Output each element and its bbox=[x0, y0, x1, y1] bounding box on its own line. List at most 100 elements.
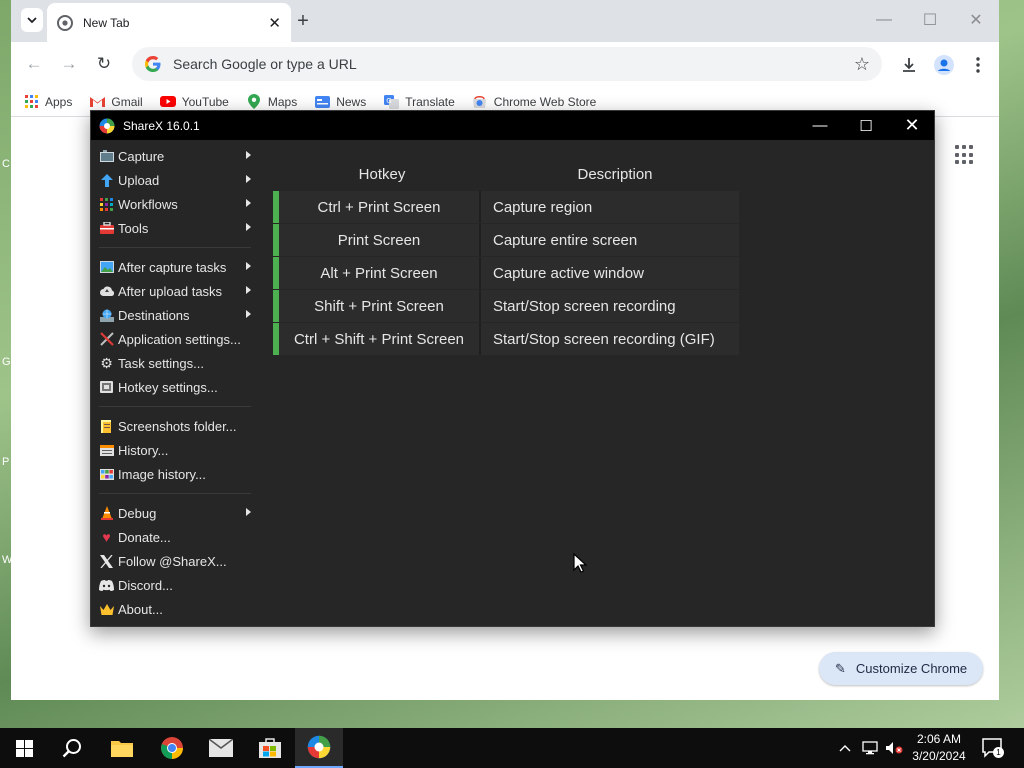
tab-close-icon[interactable]: ✕ bbox=[268, 14, 281, 32]
menu-donate[interactable]: ♥ Donate... bbox=[91, 525, 257, 549]
sharex-main-menu: Capture Upload Workflows Tools After cap… bbox=[91, 144, 257, 621]
app-settings-icon bbox=[99, 332, 114, 347]
apps-grid-icon bbox=[23, 95, 39, 109]
menu-application-settings[interactable]: Application settings... bbox=[91, 327, 257, 351]
crown-icon bbox=[99, 602, 114, 617]
omnibox[interactable]: Search Google or type a URL ☆ bbox=[132, 47, 882, 81]
sharex-window: ShareX 16.0.1 — ☐ ✕ Capture Upload Workf… bbox=[90, 110, 935, 627]
tab-search-button[interactable] bbox=[21, 8, 43, 32]
taskbar-file-explorer[interactable] bbox=[98, 728, 146, 768]
customize-chrome-button[interactable]: ✎ Customize Chrome bbox=[819, 652, 983, 685]
destinations-icon bbox=[99, 308, 114, 323]
menu-discord[interactable]: Discord... bbox=[91, 573, 257, 597]
clock-time: 2:06 AM bbox=[916, 732, 962, 746]
mail-icon bbox=[209, 739, 233, 757]
bookmark-web-store[interactable]: Chrome Web Store bbox=[472, 95, 596, 109]
menu-debug[interactable]: Debug bbox=[91, 501, 257, 525]
sharex-maximize-button[interactable]: ☐ bbox=[843, 111, 889, 140]
menu-after-upload-tasks[interactable]: After upload tasks bbox=[91, 279, 257, 303]
menu-history[interactable]: History... bbox=[91, 438, 257, 462]
menu-hotkey-settings[interactable]: Hotkey settings... bbox=[91, 375, 257, 399]
menu-screenshots-folder[interactable]: Screenshots folder... bbox=[91, 414, 257, 438]
menu-destinations[interactable]: Destinations bbox=[91, 303, 257, 327]
image-history-icon bbox=[99, 467, 114, 482]
maximize-button[interactable]: ☐ bbox=[907, 8, 953, 32]
bookmark-label: Maps bbox=[267, 94, 298, 109]
volume-muted-icon[interactable] bbox=[885, 740, 903, 756]
table-row[interactable]: Alt + Print Screen Capture active window bbox=[273, 257, 739, 290]
system-clock[interactable]: 2:06 AM 3/20/2024 bbox=[904, 731, 974, 765]
clock-date: 3/20/2024 bbox=[912, 749, 966, 763]
menu-task-settings[interactable]: ⚙ Task settings... bbox=[91, 351, 257, 375]
taskbar: 2:06 AM 3/20/2024 1 bbox=[0, 728, 1024, 768]
search-icon bbox=[62, 739, 81, 758]
google-g-icon bbox=[145, 56, 161, 72]
taskbar-search-button[interactable] bbox=[48, 728, 96, 768]
tools-icon bbox=[99, 221, 114, 236]
menu-follow-sharex[interactable]: Follow @ShareX... bbox=[91, 549, 257, 573]
downloads-button[interactable] bbox=[896, 52, 922, 78]
tab-strip: New Tab ✕ + — ☐ ✕ bbox=[11, 0, 999, 42]
minimize-button[interactable]: — bbox=[861, 8, 907, 32]
menu-workflows[interactable]: Workflows bbox=[91, 192, 257, 216]
bookmark-translate[interactable]: G Translate bbox=[383, 94, 455, 109]
menu-upload[interactable]: Upload bbox=[91, 168, 257, 192]
tab-title: New Tab bbox=[83, 15, 130, 30]
bookmark-maps[interactable]: Maps bbox=[246, 94, 298, 109]
news-icon bbox=[314, 95, 330, 109]
sharex-title: ShareX 16.0.1 bbox=[123, 118, 200, 133]
taskbar-mail[interactable] bbox=[197, 728, 245, 768]
new-tab-button[interactable]: + bbox=[291, 9, 315, 33]
bookmark-news[interactable]: News bbox=[314, 95, 366, 109]
taskbar-sharex[interactable] bbox=[295, 728, 343, 768]
hotkey-cell: Shift + Print Screen bbox=[279, 290, 481, 322]
chrome-favicon-icon bbox=[57, 14, 73, 31]
menu-label: Task settings... bbox=[118, 355, 204, 371]
menu-label: Application settings... bbox=[118, 331, 241, 347]
folder-icon bbox=[111, 741, 133, 757]
youtube-icon bbox=[159, 95, 176, 109]
menu-image-history[interactable]: Image history... bbox=[91, 462, 257, 486]
bookmark-label: Apps bbox=[45, 94, 73, 109]
chrome-menu-button[interactable] bbox=[965, 52, 991, 78]
google-apps-icon[interactable] bbox=[955, 145, 975, 165]
menu-tools[interactable]: Tools bbox=[91, 216, 257, 240]
menu-capture[interactable]: Capture bbox=[91, 144, 257, 168]
menu-label: After capture tasks bbox=[118, 259, 227, 275]
sharex-titlebar: ShareX 16.0.1 — ☐ ✕ bbox=[91, 111, 934, 140]
bookmark-star-icon[interactable]: ☆ bbox=[854, 54, 870, 75]
back-button[interactable]: ← bbox=[21, 52, 47, 76]
tab-new-tab[interactable]: New Tab ✕ bbox=[47, 3, 291, 42]
sharex-close-button[interactable]: ✕ bbox=[889, 111, 935, 140]
pencil-icon: ✎ bbox=[835, 660, 846, 676]
start-button[interactable] bbox=[0, 728, 48, 768]
menu-label: Hotkey settings... bbox=[118, 379, 218, 395]
table-row[interactable]: Shift + Print Screen Start/Stop screen r… bbox=[273, 290, 739, 323]
bookmark-youtube[interactable]: YouTube bbox=[159, 95, 229, 109]
table-row[interactable]: Ctrl + Shift + Print Screen Start/Stop s… bbox=[273, 323, 739, 356]
debug-icon bbox=[99, 506, 114, 521]
taskbar-store[interactable] bbox=[246, 728, 294, 768]
close-window-button[interactable]: ✕ bbox=[953, 8, 999, 32]
menu-after-capture-tasks[interactable]: After capture tasks bbox=[91, 255, 257, 279]
after-upload-icon bbox=[99, 284, 114, 299]
sharex-minimize-button[interactable]: — bbox=[797, 111, 843, 140]
table-row[interactable]: Print Screen Capture entire screen bbox=[273, 224, 739, 257]
menu-separator bbox=[91, 486, 257, 501]
kebab-menu-icon bbox=[976, 57, 980, 73]
table-row[interactable]: Ctrl + Print Screen Capture region bbox=[273, 191, 739, 224]
description-cell: Capture active window bbox=[493, 264, 644, 282]
bookmark-gmail[interactable]: Gmail bbox=[89, 95, 143, 109]
taskbar-chrome[interactable] bbox=[148, 728, 196, 768]
reload-button[interactable]: ↻ bbox=[91, 52, 117, 76]
notification-center-button[interactable]: 1 bbox=[982, 738, 1004, 758]
translate-icon: G bbox=[383, 94, 399, 109]
column-header-hotkey: Hotkey bbox=[358, 166, 406, 183]
bookmark-apps[interactable]: Apps bbox=[23, 95, 72, 109]
network-icon[interactable] bbox=[862, 740, 878, 756]
show-hidden-icons-chevron-icon[interactable] bbox=[839, 740, 851, 756]
forward-button[interactable]: → bbox=[56, 52, 82, 76]
capture-icon bbox=[99, 149, 114, 164]
profile-button[interactable] bbox=[931, 52, 957, 78]
menu-about[interactable]: About... bbox=[91, 597, 257, 621]
